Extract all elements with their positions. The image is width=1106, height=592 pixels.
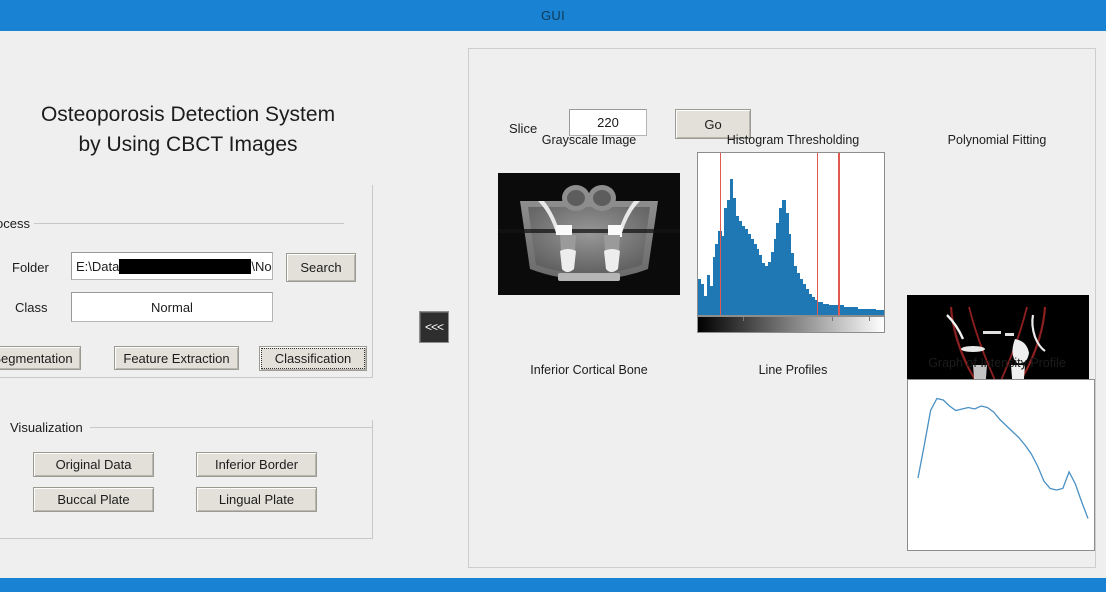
subplot-title-graph-of-intensity-profile: Graph of Intensity Profile [928,356,1066,370]
histogram-threshold-line [838,153,840,315]
subplot-title-inferior-cortical-bone: Inferior Cortical Bone [530,363,648,377]
intensity-profile-axes[interactable] [907,379,1095,551]
class-label: Class [15,300,48,315]
classification-button[interactable]: Classification [259,346,367,371]
class-input[interactable]: Normal [71,292,273,322]
visualization-panel-top-border [90,427,372,428]
subplot-title-histogram-thresholding: Histogram Thresholding [726,133,860,147]
folder-path-redaction-bar [119,258,252,274]
histogram-threshold-line [719,153,722,315]
visualization-panel-label: Visualization [6,420,87,435]
histogram-colorbar [697,316,885,333]
intensity-profile-path [917,397,1089,519]
segmentation-button[interactable]: Segmentation [0,346,81,370]
left-control-column: Osteoporosis Detection System by Using C… [0,31,400,578]
visualization-results-panel: Slice 220 Go Grayscale Image Histogram T… [468,48,1096,568]
subplot-title-line-profiles: Line Profiles [758,363,828,377]
process-panel-top-border [0,223,344,224]
subplot-title-grayscale-image: Grayscale Image [541,133,637,147]
folder-path-suffix: \Norm [251,258,272,274]
buccal-plate-button[interactable]: Buccal Plate [33,487,154,512]
subplot-title-polynomial-fitting: Polynomial Fitting [947,133,1047,147]
folder-path-prefix: E:\Data [76,258,120,274]
page-title: Osteoporosis Detection System by Using C… [0,100,384,160]
folder-label: Folder [12,260,49,275]
visualization-panel [0,420,373,539]
original-data-button[interactable]: Original Data [33,452,154,477]
intensity-profile-line [917,397,1089,519]
page-title-line1: Osteoporosis Detection System [40,103,336,126]
page-title-line2: by Using CBCT Images [78,133,298,156]
histogram-bars [698,153,884,315]
process-panel-label: ocess [0,216,34,231]
slice-input[interactable]: 220 [569,109,647,136]
window-bottom-bar [0,578,1106,592]
feature-extraction-button[interactable]: Feature Extraction [114,346,239,370]
folder-path-text: E:\Data \Norm [72,258,272,274]
search-button[interactable]: Search [286,253,356,282]
window-title-bar: GUI [0,0,1106,31]
histogram-axes[interactable] [697,152,885,316]
inferior-border-button[interactable]: Inferior Border [196,452,317,477]
window-title: GUI [540,8,565,23]
grayscale-image-axes[interactable] [498,173,680,295]
cbct-grayscale-render [498,173,680,295]
folder-input[interactable]: E:\Data \Norm [71,252,273,280]
collapse-panel-button[interactable]: <<< [419,311,449,343]
histogram-threshold-line [816,153,819,315]
histogram-bar [881,310,884,315]
lingual-plate-button[interactable]: Lingual Plate [196,487,317,512]
gui-window: GUI Osteoporosis Detection System by Usi… [0,0,1106,592]
